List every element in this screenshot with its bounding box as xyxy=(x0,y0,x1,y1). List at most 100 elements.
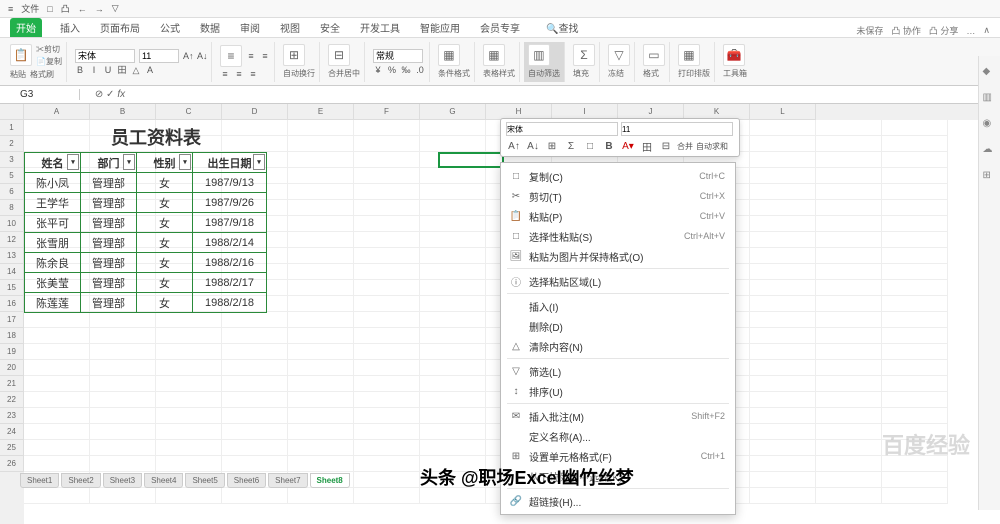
tab-security[interactable]: 安全 xyxy=(318,18,342,37)
collapse-ribbon-icon[interactable]: ∧ xyxy=(983,25,990,36)
copy-button[interactable]: 📄复制 xyxy=(36,56,62,67)
mini-sum-icon[interactable]: Σ xyxy=(563,139,579,153)
context-menu-item[interactable]: 定义名称(A)... xyxy=(501,426,735,446)
mini-font-color-button[interactable]: A▾ xyxy=(620,139,636,153)
mini-increase-font-icon[interactable]: A↑ xyxy=(506,139,522,153)
qa-file[interactable]: 文件 xyxy=(21,2,39,15)
context-menu-item[interactable]: 🔗超链接(H)... xyxy=(501,491,735,511)
sheet-tab[interactable]: Sheet4 xyxy=(144,473,183,488)
collab-button[interactable]: 凸 协作 xyxy=(891,24,921,37)
col-header[interactable]: G xyxy=(420,104,486,120)
tab-view[interactable]: 视图 xyxy=(278,18,302,37)
context-menu-item[interactable]: 🖼粘贴为图片并保持格式(O) xyxy=(501,246,735,266)
toolbox-button[interactable]: 🧰 xyxy=(723,44,745,66)
filter-dropdown-icon[interactable]: ▾ xyxy=(67,154,79,170)
mini-merge-button[interactable]: ⊟ xyxy=(658,139,674,153)
filter-button[interactable]: ▽ xyxy=(608,44,630,66)
worksheet[interactable]: 12356810121314151617181920212223242526 A… xyxy=(0,104,1000,524)
underline-button[interactable]: U xyxy=(103,65,113,75)
sheet-tab[interactable]: Sheet7 xyxy=(268,473,307,488)
row-header[interactable]: 26 xyxy=(0,456,24,472)
align-icon[interactable]: ≡ xyxy=(220,45,242,67)
context-menu-item[interactable]: 删除(D) xyxy=(501,316,735,336)
mini-autosum-label[interactable]: 自动求和 xyxy=(696,139,728,153)
auto-filter-button[interactable]: ▥ xyxy=(528,44,550,66)
panel-icon[interactable]: ☁ xyxy=(983,144,997,158)
context-menu-item[interactable]: □选择性粘贴(S)Ctrl+Alt+V xyxy=(501,226,735,246)
sheet-tab[interactable]: Sheet1 xyxy=(20,473,59,488)
context-menu-item[interactable]: □复制(C)Ctrl+C xyxy=(501,166,735,186)
increase-font-icon[interactable]: A↑ xyxy=(183,51,193,61)
panel-icon[interactable]: ◉ xyxy=(983,118,997,132)
mini-merge-label[interactable]: 合并 xyxy=(677,139,693,153)
number-format-select[interactable] xyxy=(373,49,423,63)
tab-vip[interactable]: 会员专享 xyxy=(478,18,522,37)
row-header[interactable]: 22 xyxy=(0,392,24,408)
mini-font-name[interactable] xyxy=(506,122,618,136)
wrap-text-button[interactable]: ⊞ xyxy=(283,44,305,66)
tab-developer[interactable]: 开发工具 xyxy=(358,18,402,37)
qa-save-icon[interactable]: □ xyxy=(47,4,52,14)
mini-fill-icon[interactable]: □ xyxy=(582,139,598,153)
tab-review[interactable]: 审阅 xyxy=(238,18,262,37)
font-color-button[interactable]: A xyxy=(145,65,155,75)
paste-icon[interactable]: 📋 xyxy=(10,44,32,66)
search-icon[interactable]: 🔍查找 xyxy=(544,18,580,37)
table-row[interactable]: 王学华管理部女1987/9/26 xyxy=(25,193,267,213)
qa-menu-icon[interactable]: ≡ xyxy=(8,4,13,14)
col-header[interactable]: F xyxy=(354,104,420,120)
context-menu-item[interactable]: ↕排序(U) xyxy=(501,381,735,401)
freeze-button[interactable]: ▦ xyxy=(678,44,700,66)
mini-merge-icon[interactable]: ⊞ xyxy=(544,139,560,153)
tab-insert[interactable]: 插入 xyxy=(58,18,82,37)
col-header[interactable]: A xyxy=(24,104,90,120)
col-header[interactable]: B xyxy=(90,104,156,120)
mini-font-size[interactable] xyxy=(621,122,733,136)
context-menu-item[interactable]: ✂剪切(T)Ctrl+X xyxy=(501,186,735,206)
table-row[interactable]: 陈莲莲管理部女1988/2/18 xyxy=(25,293,267,313)
table-row[interactable]: 张平可管理部女1987/9/18 xyxy=(25,213,267,233)
filter-dropdown-icon[interactable]: ▾ xyxy=(123,154,135,170)
table-row[interactable]: 张雪朋管理部女1988/2/14 xyxy=(25,233,267,253)
qa-print-icon[interactable]: 凸 xyxy=(61,2,70,15)
col-header[interactable]: C xyxy=(156,104,222,120)
row-header[interactable]: 23 xyxy=(0,408,24,424)
sheet-tab[interactable]: Sheet6 xyxy=(227,473,266,488)
cond-format-button[interactable]: ▦ xyxy=(438,44,460,66)
context-menu-item[interactable]: 📋粘贴(P)Ctrl+V xyxy=(501,206,735,226)
format-painter[interactable]: 格式刷 xyxy=(30,69,54,80)
sheet-tab[interactable]: Sheet5 xyxy=(185,473,224,488)
tab-data[interactable]: 数据 xyxy=(198,18,222,37)
filter-dropdown-icon[interactable]: ▾ xyxy=(179,154,191,170)
panel-icon[interactable]: ▥ xyxy=(983,92,997,106)
context-menu-item[interactable]: ▽筛选(L) xyxy=(501,361,735,381)
border-button[interactable]: 田 xyxy=(117,65,127,75)
row-header[interactable]: 21 xyxy=(0,376,24,392)
context-menu-item[interactable]: ⊞设置单元格格式(F)Ctrl+1 xyxy=(501,446,735,466)
row-header[interactable]: 19 xyxy=(0,344,24,360)
qa-undo-icon[interactable]: ← xyxy=(78,4,87,14)
tab-smart[interactable]: 智能应用 xyxy=(418,18,462,37)
row-header[interactable]: 17 xyxy=(0,312,24,328)
qa-redo-icon[interactable]: → xyxy=(95,4,104,14)
table-row[interactable]: 张美莹管理部女1988/2/17 xyxy=(25,273,267,293)
sheet-tab[interactable]: Sheet2 xyxy=(61,473,100,488)
format-button[interactable]: ▭ xyxy=(643,44,665,66)
row-header[interactable]: 20 xyxy=(0,360,24,376)
table-row[interactable]: 陈余良管理部女1988/2/16 xyxy=(25,253,267,273)
row-header[interactable]: 25 xyxy=(0,440,24,456)
more-icon[interactable]: … xyxy=(966,26,975,36)
mini-bold-button[interactable]: B xyxy=(601,139,617,153)
name-box[interactable]: G3 xyxy=(0,89,80,100)
font-size-select[interactable] xyxy=(139,49,179,63)
tab-home[interactable]: 开始 xyxy=(10,18,42,37)
context-menu-item[interactable]: ✉插入批注(M)Shift+F2 xyxy=(501,406,735,426)
fx-buttons[interactable]: ⊘ ✓ fx xyxy=(80,89,140,100)
sheet-tab[interactable]: Sheet3 xyxy=(103,473,142,488)
bold-button[interactable]: B xyxy=(75,65,85,75)
row-header[interactable]: 18 xyxy=(0,328,24,344)
sheet-tab[interactable]: Sheet8 xyxy=(310,473,350,488)
tab-formulas[interactable]: 公式 xyxy=(158,18,182,37)
fill-color-button[interactable]: △ xyxy=(131,65,141,75)
qa-dropdown-icon[interactable]: ▽ xyxy=(112,3,119,14)
